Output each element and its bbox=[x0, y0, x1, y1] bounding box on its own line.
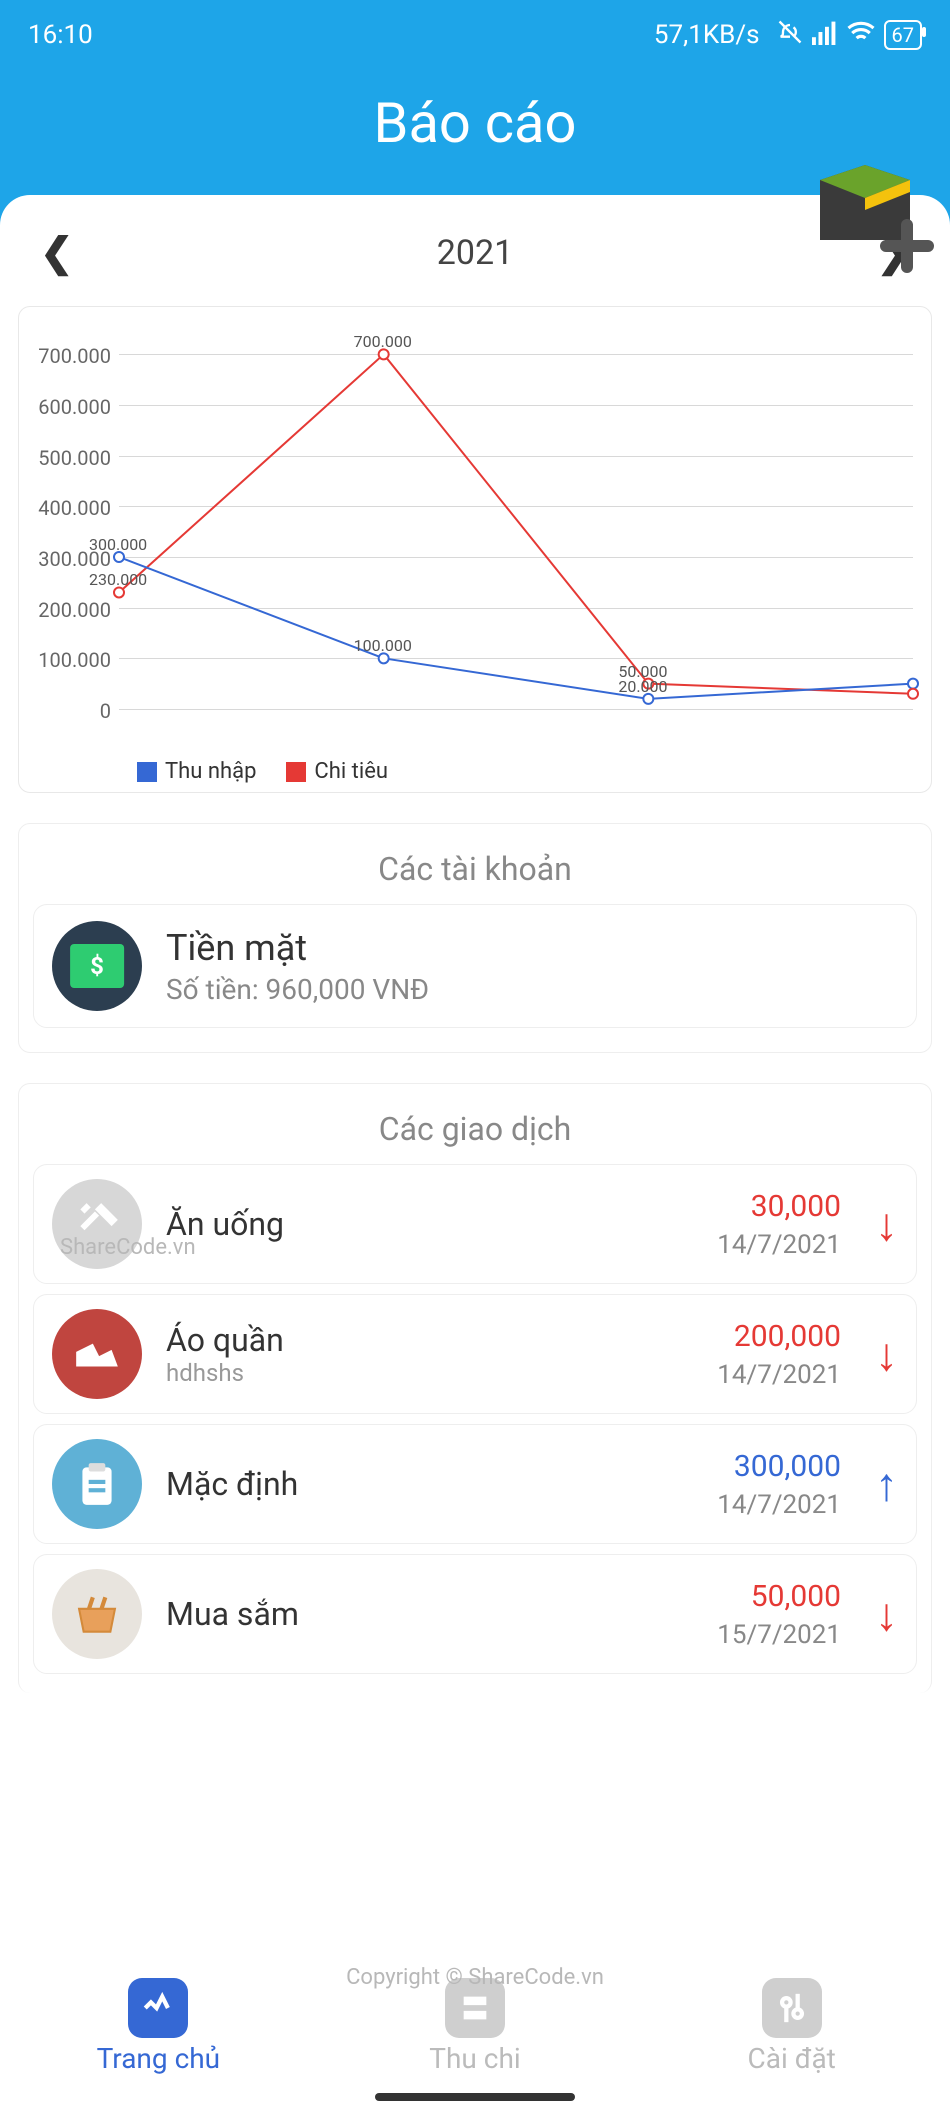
arrow-down-icon: ↓ bbox=[875, 1197, 898, 1252]
transaction-date: 15/7/2021 bbox=[717, 1620, 841, 1650]
transaction-sub: hdhshs bbox=[166, 1359, 693, 1387]
y-tick-label: 600.000 bbox=[31, 395, 111, 419]
clip-icon bbox=[52, 1439, 142, 1529]
bottom-tabbar: Trang chủ Thu chi Cài đặt Copyright © Sh… bbox=[0, 1941, 950, 2111]
mute-icon bbox=[776, 18, 804, 53]
status-bar: 16:10 57,1KB/s 67 bbox=[0, 0, 950, 60]
transaction-title: Mặc định bbox=[166, 1465, 693, 1503]
y-tick-label: 500.000 bbox=[31, 446, 111, 470]
transaction-date: 14/7/2021 bbox=[717, 1230, 841, 1260]
chart-point-label: 50.000 bbox=[618, 662, 667, 681]
chart-legend: Thu nhập Chi tiêu bbox=[27, 759, 923, 784]
transaction-amount: 30,000 bbox=[717, 1189, 841, 1224]
basket-icon bbox=[52, 1569, 142, 1659]
transaction-amount: 200,000 bbox=[717, 1319, 841, 1354]
transaction-row[interactable]: Mua sắm 50,000 15/7/2021 ↓ bbox=[33, 1554, 917, 1674]
transaction-title: Mua sắm bbox=[166, 1595, 693, 1633]
arrow-up-icon: ↑ bbox=[875, 1457, 898, 1512]
account-balance: Số tiền: 960,000 VNĐ bbox=[166, 973, 429, 1006]
y-tick-label: 0 bbox=[31, 699, 111, 723]
chart-point-label: 700.000 bbox=[354, 332, 412, 351]
y-tick-label: 100.000 bbox=[31, 648, 111, 672]
arrow-down-icon: ↓ bbox=[875, 1327, 898, 1382]
status-time: 16:10 bbox=[28, 20, 93, 50]
wifi-icon bbox=[846, 17, 876, 54]
year-label: 2021 bbox=[437, 233, 513, 273]
arrow-down-icon: ↓ bbox=[875, 1587, 898, 1642]
accounts-title: Các tài khoản bbox=[19, 850, 931, 888]
battery-icon: 67 bbox=[884, 20, 922, 50]
tab-label: Trang chủ bbox=[97, 2042, 221, 2075]
transaction-amount: 50,000 bbox=[717, 1579, 841, 1614]
transaction-row[interactable]: Ăn uống 30,000 14/7/2021 ↓ bbox=[33, 1164, 917, 1284]
transaction-date: 14/7/2021 bbox=[717, 1490, 841, 1520]
transaction-date: 14/7/2021 bbox=[717, 1360, 841, 1390]
y-tick-label: 200.000 bbox=[31, 598, 111, 622]
transaction-row[interactable]: Áo quần hdhshs 200,000 14/7/2021 ↓ bbox=[33, 1294, 917, 1414]
page-title: Báo cáo bbox=[0, 90, 950, 156]
year-next-button[interactable]: ❯ bbox=[876, 229, 910, 276]
home-indicator bbox=[375, 2093, 575, 2101]
tab-label: Cài đặt bbox=[748, 2042, 836, 2075]
transaction-amount: 300,000 bbox=[717, 1449, 841, 1484]
account-name: Tiền mặt bbox=[166, 927, 429, 969]
y-tick-label: 700.000 bbox=[31, 344, 111, 368]
chart-point-label: 230.000 bbox=[89, 570, 147, 589]
shoe-icon bbox=[52, 1309, 142, 1399]
transaction-title: Áo quần bbox=[166, 1321, 693, 1359]
status-net: 57,1KB/s bbox=[654, 20, 760, 50]
transaction-row[interactable]: Mặc định 300,000 14/7/2021 ↑ bbox=[33, 1424, 917, 1544]
y-tick-label: 400.000 bbox=[31, 496, 111, 520]
watermark-copyright: Copyright © ShareCode.vn bbox=[0, 1965, 950, 1990]
tab-label: Thu chi bbox=[429, 2042, 520, 2075]
transaction-title: Ăn uống bbox=[166, 1205, 693, 1243]
year-prev-button[interactable]: ❮ bbox=[40, 229, 74, 276]
account-card[interactable]: Tiền mặt Số tiền: 960,000 VNĐ bbox=[33, 904, 917, 1028]
transactions-title: Các giao dịch bbox=[19, 1110, 931, 1148]
signal-icon bbox=[812, 19, 838, 52]
watermark: ShareCode.vn bbox=[60, 1235, 196, 1260]
cash-icon bbox=[52, 921, 142, 1011]
chart-point-label: 300.000 bbox=[89, 535, 147, 554]
chart-point-label: 100.000 bbox=[354, 636, 412, 655]
report-chart: 0 100.000 200.000 300.000 400.000 500.000 600.… bbox=[18, 306, 932, 793]
